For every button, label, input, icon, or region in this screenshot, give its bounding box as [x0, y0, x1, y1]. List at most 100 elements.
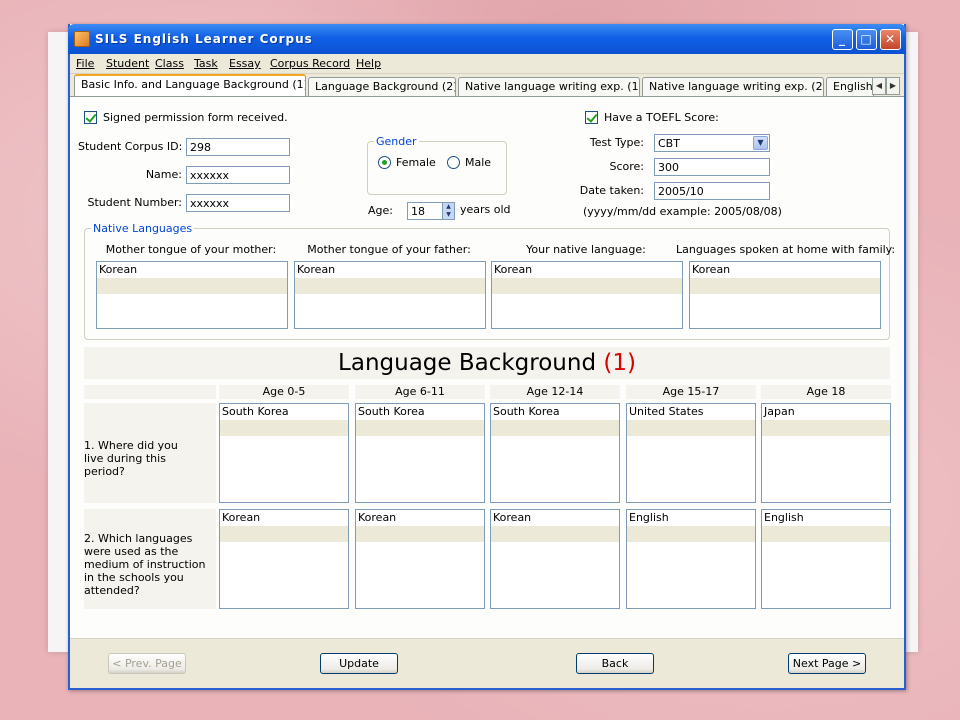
list-item[interactable]: English — [627, 510, 755, 526]
tab-basic-info[interactable]: Basic Info. and Language Background (1) — [74, 74, 306, 96]
list-item[interactable]: Korean — [295, 262, 485, 278]
section-title-number: (1) — [603, 350, 636, 376]
score-field[interactable]: 300 — [654, 158, 770, 176]
tab-english[interactable]: English — [826, 77, 874, 96]
tab-scroll-left-icon[interactable]: ◀ — [872, 77, 886, 95]
menu-task[interactable]: Task — [194, 57, 218, 70]
name-field[interactable]: xxxxxx — [186, 166, 290, 184]
toefl-checkbox[interactable]: Have a TOEFL Score: — [585, 111, 719, 124]
list-item[interactable]: Korean — [491, 510, 619, 526]
q2-age-15-17-list[interactable]: English — [626, 509, 756, 609]
q1-age-15-17-list[interactable]: United States — [626, 403, 756, 503]
update-button[interactable]: Update — [320, 653, 398, 674]
q2-label: 2. Which languages were used as the medi… — [84, 532, 206, 597]
list-item[interactable]: United States — [627, 404, 755, 420]
radio-dot[interactable] — [378, 156, 391, 169]
corpus-id-field[interactable]: 298 — [186, 138, 290, 156]
menu-essay[interactable]: Essay — [229, 57, 261, 70]
age-value: 18 — [411, 205, 425, 218]
q1-age-6-11-list[interactable]: South Korea — [355, 403, 485, 503]
permission-label: Signed permission form received. — [103, 111, 288, 124]
list-item[interactable]: South Korea — [220, 404, 348, 420]
list-item[interactable]: Korean — [492, 262, 682, 278]
checkbox-box[interactable] — [84, 111, 97, 124]
home-languages-list[interactable]: Korean — [689, 261, 881, 329]
q2-age-6-11-list[interactable]: Korean — [355, 509, 485, 609]
list-item-empty[interactable] — [491, 526, 619, 542]
q1-age-0-5-list[interactable]: South Korea — [219, 403, 349, 503]
tab-native-writing-1[interactable]: Native language writing exp. (1) — [458, 77, 640, 96]
chevron-down-icon[interactable]: ▼ — [753, 136, 768, 150]
q1-label: 1. Where did you live during this period… — [84, 439, 178, 478]
native-language-list[interactable]: Korean — [491, 261, 683, 329]
age-column-header: Age 18 — [761, 385, 891, 399]
q1-age-12-14-list[interactable]: South Korea — [490, 403, 620, 503]
list-item-empty[interactable] — [627, 526, 755, 542]
back-button[interactable]: Back — [576, 653, 654, 674]
student-number-field[interactable]: xxxxxx — [186, 194, 290, 212]
native-languages-legend: Native Languages — [91, 222, 195, 235]
menu-corpus-record[interactable]: Corpus Record — [270, 57, 350, 70]
tab-scroll-right-icon[interactable]: ▶ — [886, 77, 900, 95]
close-icon[interactable]: ✕ — [880, 29, 901, 50]
q1-age-18-list[interactable]: Japan — [761, 403, 891, 503]
mother-tongue-mother-list[interactable]: Korean — [96, 261, 288, 329]
tab-strip: Basic Info. and Language Background (1) … — [70, 74, 904, 96]
menu-class[interactable]: Class — [155, 57, 184, 70]
app-window: SILS English Learner Corpus _ □ ✕ File S… — [68, 24, 906, 690]
footer-bar: < Prev. Page Update Back Next Page > — [70, 638, 904, 688]
list-item-empty[interactable] — [220, 526, 348, 542]
gender-legend: Gender — [374, 135, 419, 148]
checkbox-box[interactable] — [585, 111, 598, 124]
age-column-header: Age 15-17 — [626, 385, 756, 399]
list-item[interactable]: English — [762, 510, 890, 526]
q2-age-18-list[interactable]: English — [761, 509, 891, 609]
list-item-empty[interactable] — [220, 420, 348, 436]
list-item[interactable]: Korean — [220, 510, 348, 526]
prev-page-button[interactable]: < Prev. Page — [108, 653, 186, 674]
list-item-empty[interactable] — [491, 420, 619, 436]
gender-female-radio[interactable]: Female — [378, 156, 436, 169]
test-type-value: CBT — [658, 137, 680, 150]
list-item-empty[interactable] — [356, 420, 484, 436]
list-item-empty[interactable] — [627, 420, 755, 436]
date-taken-field[interactable]: 2005/10 — [654, 182, 770, 200]
minimize-icon[interactable]: _ — [832, 29, 853, 50]
window-title: SILS English Learner Corpus — [95, 32, 313, 46]
list-item[interactable]: South Korea — [356, 404, 484, 420]
age-stepper[interactable]: 18 ▲ ▼ — [407, 202, 455, 220]
spin-arrows-icon[interactable]: ▲ ▼ — [442, 203, 454, 219]
radio-dot[interactable] — [447, 156, 460, 169]
maximize-icon[interactable]: □ — [856, 29, 877, 50]
score-label: Score: — [609, 160, 644, 173]
list-item[interactable]: Japan — [762, 404, 890, 420]
tab-native-writing-2[interactable]: Native language writing exp. (2) — [642, 77, 824, 96]
list-item-empty[interactable] — [356, 526, 484, 542]
list-item-empty[interactable] — [762, 526, 890, 542]
permission-checkbox[interactable]: Signed permission form received. — [84, 111, 288, 124]
list-item-empty[interactable] — [295, 278, 485, 294]
mother-tongue-father-list[interactable]: Korean — [294, 261, 486, 329]
student-number-label: Student Number: — [87, 196, 183, 209]
tab-language-background-2[interactable]: Language Background (2) — [308, 77, 456, 96]
tab-content: Signed permission form received. Student… — [70, 96, 904, 656]
q2-age-0-5-list[interactable]: Korean — [219, 509, 349, 609]
menu-student[interactable]: Student — [106, 57, 149, 70]
test-type-select[interactable]: CBT ▼ — [654, 134, 770, 152]
list-item-empty[interactable] — [97, 278, 287, 294]
menu-help[interactable]: Help — [356, 57, 381, 70]
q2-age-12-14-list[interactable]: Korean — [490, 509, 620, 609]
list-item[interactable]: Korean — [97, 262, 287, 278]
next-page-button[interactable]: Next Page > — [788, 653, 866, 674]
list-item[interactable]: South Korea — [491, 404, 619, 420]
gender-male-radio[interactable]: Male — [447, 156, 491, 169]
list-item-empty[interactable] — [762, 420, 890, 436]
list-item[interactable]: Korean — [356, 510, 484, 526]
list-item-empty[interactable] — [690, 278, 880, 294]
list-item-empty[interactable] — [492, 278, 682, 294]
title-bar[interactable]: SILS English Learner Corpus _ □ ✕ — [68, 24, 906, 54]
test-type-label: Test Type: — [589, 136, 644, 149]
gender-male-label: Male — [465, 156, 492, 169]
menu-file[interactable]: File — [76, 57, 94, 70]
list-item[interactable]: Korean — [690, 262, 880, 278]
